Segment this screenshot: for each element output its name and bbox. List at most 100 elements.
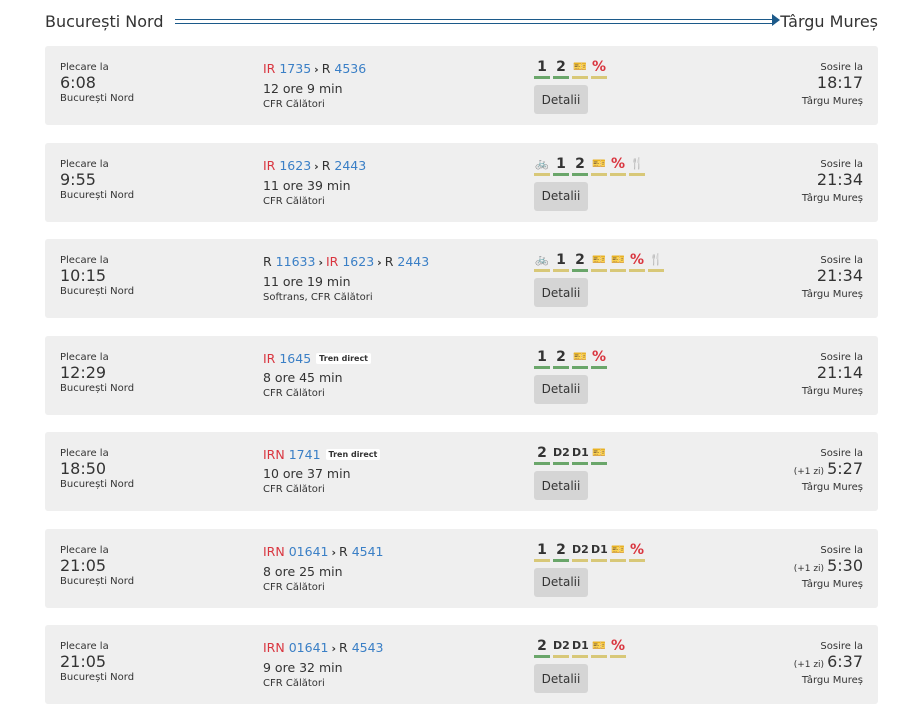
ticket-icon: 🎫: [572, 58, 588, 79]
departure-info: Plecare la 21:05 București Nord: [60, 641, 134, 683]
details-button[interactable]: Detalii: [534, 664, 588, 693]
trip-card: Plecare la 6:08 București Nord IR 1735 › R…: [45, 46, 878, 125]
facility-class-2: 2: [534, 637, 550, 658]
duration: 9 ore 32 min: [263, 660, 343, 675]
arrival-station: Târgu Mureș: [801, 675, 863, 686]
train-number-link[interactable]: 11633: [276, 254, 316, 269]
trip-card: Plecare la 12:29 București Nord IR 1645 T…: [45, 335, 878, 415]
operator: CFR Călători: [263, 387, 325, 399]
train-number-link[interactable]: 1645: [279, 351, 311, 366]
departure-info: Plecare la 18:50 București Nord: [60, 448, 134, 490]
departure-label: Plecare la: [60, 641, 109, 652]
arrival-info: Sosire la 18:17 Târgu Mureș: [802, 62, 863, 107]
facility-class-1: 1: [534, 348, 550, 369]
departure-station: București Nord: [60, 479, 135, 490]
train-number-link[interactable]: 2443: [334, 158, 366, 173]
trip-info: IR 1623 › R 2443 11 ore 39 min CFR Călător…: [263, 157, 366, 207]
details-button[interactable]: Detalii: [534, 278, 588, 307]
duration: 10 ore 37 min: [263, 466, 351, 481]
arrival-info: Sosire la (+1 zi) 6:37 Târgu Mureș: [794, 641, 863, 686]
direct-badge: Tren direct: [325, 449, 381, 460]
train-list: IR 1645 Tren direct: [263, 350, 372, 368]
departure-info: Plecare la 10:15 București Nord: [60, 255, 134, 297]
direct-badge: Tren direct: [316, 352, 372, 364]
bike-icon: 🚲: [534, 251, 550, 272]
train-type: R: [263, 254, 272, 269]
train-type: R: [339, 543, 348, 559]
arrival-label: Sosire la: [820, 62, 863, 73]
operator: CFR Călători: [263, 678, 325, 689]
arrival-time: 21:14: [816, 362, 863, 382]
arrival-station: Târgu Mureș: [801, 482, 863, 493]
facility-class-2: 2: [553, 58, 569, 79]
arrival-label: Sosire la: [820, 544, 863, 556]
train-number-link[interactable]: 01641: [289, 640, 329, 655]
facility-discount: %: [629, 251, 645, 272]
arrival-label: Sosire la: [820, 158, 863, 170]
arrival-info: Sosire la (+1 zi) 5:27 Târgu Mureș: [794, 448, 863, 493]
arrival-info: Sosire la 21:34 Târgu Mureș: [802, 255, 863, 300]
departure-label: Plecare la: [60, 351, 109, 363]
train-number-link[interactable]: 1741: [289, 447, 321, 462]
arrival-label: Sosire la: [820, 448, 863, 459]
facility-discount: %: [610, 637, 626, 658]
train-type: IR: [263, 61, 276, 76]
chevron-right-icon: ›: [331, 545, 337, 559]
arrival-station: Târgu Mureș: [801, 289, 863, 300]
departure-label: Plecare la: [60, 158, 109, 170]
facility-class-2: 2: [534, 444, 550, 465]
departure-info: Plecare la 12:29 București Nord: [60, 352, 134, 394]
train-type: R: [321, 61, 331, 76]
train-number-link[interactable]: 01641: [289, 544, 329, 559]
train-list: R 11633 › IR 1623 › R 2443: [263, 253, 429, 272]
trip-info: R 11633 › IR 1623 › R 2443 11 ore 19 min Sof…: [263, 253, 429, 303]
facilities: 1 2 🎫%: [534, 348, 607, 369]
train-number-link[interactable]: 2443: [397, 254, 429, 269]
sleeper-d2-icon: D2: [553, 637, 570, 658]
operator: CFR Călători: [263, 195, 325, 207]
facility-discount: %: [591, 348, 607, 369]
train-type: IRN: [263, 447, 285, 462]
departure-info: Plecare la 9:55 București Nord: [60, 159, 134, 201]
arrival-label: Sosire la: [820, 641, 863, 652]
ticket-icon: 🎫: [591, 444, 607, 465]
train-number-link[interactable]: 1623: [279, 158, 311, 173]
sleeper-d2-icon: D2: [553, 444, 570, 465]
facility-class-2: 2: [553, 541, 569, 562]
details-button[interactable]: Detalii: [534, 181, 588, 211]
departure-label: Plecare la: [60, 448, 109, 459]
arrival-time: 18:17: [816, 73, 863, 92]
train-number-link[interactable]: 4541: [352, 544, 384, 559]
details-button[interactable]: Detalii: [534, 567, 588, 597]
departure-station: București Nord: [60, 672, 135, 683]
details-button[interactable]: Detalii: [534, 85, 588, 114]
departure-label: Plecare la: [60, 255, 109, 266]
ticket-icon: 🎫: [591, 155, 607, 176]
ticket-icon: 🎫: [591, 251, 607, 272]
ticket-icon: 🎫: [610, 251, 626, 272]
departure-time: 10:15: [60, 266, 107, 285]
train-number-link[interactable]: 1735: [279, 61, 311, 76]
details-button[interactable]: Detalii: [534, 374, 588, 404]
train-number-link[interactable]: 4543: [352, 640, 384, 655]
departure-time: 6:08: [60, 73, 96, 92]
sleeper-d1-icon: D1: [591, 541, 608, 562]
trip-info: IRN 01641 › R 4541 8 ore 25 min CFR Călăto…: [263, 543, 384, 593]
details-button[interactable]: Detalii: [534, 471, 588, 500]
arrival-info: Sosire la 21:34 Târgu Mureș: [802, 159, 863, 204]
restaurant-icon: 🍴: [648, 251, 664, 272]
sleeper-d1-icon: D1: [572, 444, 589, 465]
restaurant-icon: 🍴: [629, 155, 645, 176]
destination-station: Târgu Mureș: [780, 11, 878, 31]
departure-label: Plecare la: [60, 544, 109, 556]
arrival-time: 5:27: [827, 459, 863, 478]
train-number-link[interactable]: 1623: [342, 254, 374, 269]
trip-card: Plecare la 21:05 București Nord IRN 0164…: [45, 528, 878, 608]
trip-info: IR 1735 › R 4536 12 ore 9 min CFR Călători: [263, 60, 366, 110]
duration: 12 ore 9 min: [263, 81, 343, 96]
train-list: IR 1623 › R 2443: [263, 157, 366, 176]
facility-discount: %: [591, 58, 607, 79]
train-number-link[interactable]: 4536: [334, 61, 366, 76]
arrival-time: 21:34: [816, 169, 863, 189]
arrival-station: Târgu Mureș: [801, 192, 863, 204]
